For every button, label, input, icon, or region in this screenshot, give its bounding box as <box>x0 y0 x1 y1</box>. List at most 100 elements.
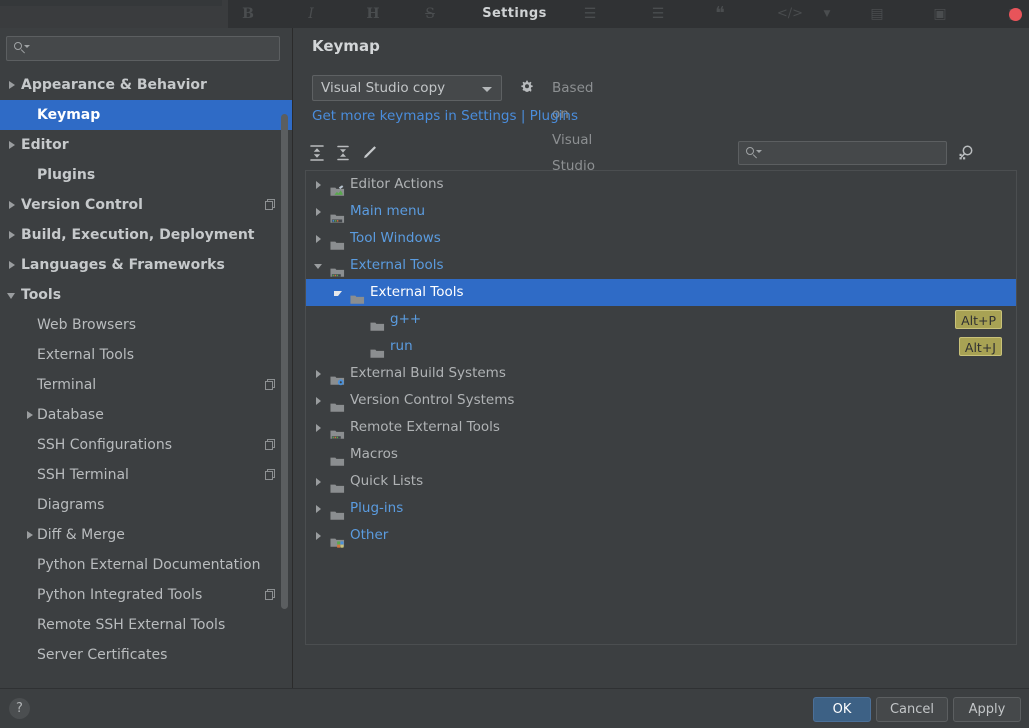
sidebar-item-terminal[interactable]: Terminal <box>0 370 292 400</box>
tree-row[interactable]: Quick Lists <box>306 468 1016 495</box>
chevron-right-icon[interactable] <box>312 387 326 414</box>
keymap-select[interactable]: Visual Studio copy <box>312 75 502 101</box>
sidebar-item-label: Server Certificates <box>37 647 168 663</box>
copy-settings-icon[interactable] <box>265 199 276 211</box>
search-input[interactable] <box>6 36 280 61</box>
sidebar-item-label: Python Integrated Tools <box>37 587 203 603</box>
chevron-right-icon[interactable] <box>6 220 20 250</box>
tree-row[interactable]: Other <box>306 522 1016 549</box>
cancel-button[interactable]: Cancel <box>876 697 948 722</box>
sidebar-item-label: Keymap <box>37 107 101 123</box>
sidebar-item-server-certificates[interactable]: Server Certificates <box>0 640 292 670</box>
chevron-right-icon[interactable] <box>6 250 20 280</box>
apply-button[interactable]: Apply <box>953 697 1021 722</box>
ok-button[interactable]: OK <box>813 697 871 722</box>
folder-icon <box>330 502 345 520</box>
tree-row-label: Editor Actions <box>350 176 444 192</box>
sidebar-item-diagrams[interactable]: Diagrams <box>0 490 292 520</box>
tree-row[interactable]: run Alt+J <box>306 333 1016 360</box>
close-icon[interactable] <box>1009 8 1022 21</box>
find-actions-by-shortcut-icon[interactable] <box>955 142 977 164</box>
sidebar-item-keymap[interactable]: Keymap <box>0 100 292 130</box>
chevron-down-icon[interactable] <box>332 279 346 306</box>
tree-row[interactable]: Editor Actions <box>306 171 1016 198</box>
folder-icon <box>330 475 345 493</box>
sidebar-item-remote-ssh-external-tools[interactable]: Remote SSH External Tools <box>0 610 292 640</box>
sidebar-scrollbar-thumb[interactable] <box>281 114 288 609</box>
chevron-right-icon[interactable] <box>312 171 326 198</box>
sidebar-item-build-execution-deployment[interactable]: Build, Execution, Deployment <box>0 220 292 250</box>
sidebar-item-external-tools[interactable]: External Tools <box>0 340 292 370</box>
tree-row-label: External Tools <box>350 257 444 273</box>
tree-row-label: Plug-ins <box>350 500 404 516</box>
tree-row-label: Tool Windows <box>350 230 441 246</box>
chevron-right-icon[interactable] <box>24 520 38 550</box>
tree-row[interactable]: Remote External Tools <box>306 414 1016 441</box>
sidebar-item-python-external-documentation[interactable]: Python External Documentation <box>0 550 292 580</box>
tree-row[interactable]: External Build Systems <box>306 360 1016 387</box>
tree-row[interactable]: g++ Alt+P <box>306 306 1016 333</box>
sidebar-item-tools[interactable]: Tools <box>0 280 292 310</box>
sidebar-item-label: Diff & Merge <box>37 527 125 543</box>
tree-row-label: Version Control Systems <box>350 392 515 408</box>
sidebar-item-web-browsers[interactable]: Web Browsers <box>0 310 292 340</box>
sidebar-item-database[interactable]: Database <box>0 400 292 430</box>
get-more-keymaps-link[interactable]: Get more keymaps in Settings | Plugins <box>312 108 578 124</box>
sidebar-item-languages-frameworks[interactable]: Languages & Frameworks <box>0 250 292 280</box>
chevron-right-icon[interactable] <box>6 70 20 100</box>
copy-settings-icon[interactable] <box>265 439 276 451</box>
chevron-right-icon[interactable] <box>312 522 326 549</box>
chevron-right-icon[interactable] <box>312 198 326 225</box>
tree-row[interactable]: Macros <box>306 441 1016 468</box>
help-icon[interactable]: ? <box>9 698 30 719</box>
tree-row-label: Remote External Tools <box>350 419 500 435</box>
sidebar-item-python-integrated-tools[interactable]: Python Integrated Tools <box>0 580 292 610</box>
chevron-right-icon[interactable] <box>312 225 326 252</box>
sidebar-item-label: Terminal <box>37 377 97 393</box>
tree-row-label: External Tools <box>370 284 464 300</box>
keymap-search-wrap[interactable] <box>738 141 947 165</box>
sidebar-item-plugins[interactable]: Plugins <box>0 160 292 190</box>
chevron-down-icon[interactable] <box>6 280 20 310</box>
keymap-search-input[interactable] <box>739 142 946 164</box>
tree-row[interactable]: Plug-ins <box>306 495 1016 522</box>
copy-settings-icon[interactable] <box>265 589 276 601</box>
sidebar-scrollbar-track[interactable] <box>281 70 290 688</box>
tree-row[interactable]: Main menu <box>306 198 1016 225</box>
chevron-down-icon[interactable] <box>312 252 326 279</box>
folder-icon <box>370 340 385 358</box>
tree-row[interactable]: Tool Windows <box>306 225 1016 252</box>
sidebar-item-ssh-terminal[interactable]: SSH Terminal <box>0 460 292 490</box>
sidebar-item-appearance-behavior[interactable]: Appearance & Behavior <box>0 70 292 100</box>
pencil-edit-icon[interactable] <box>357 141 381 165</box>
folder-tools-icon <box>330 259 345 277</box>
tree-row-label: Quick Lists <box>350 473 424 489</box>
sidebar-item-ssh-configurations[interactable]: SSH Configurations <box>0 430 292 460</box>
chevron-right-icon[interactable] <box>312 360 326 387</box>
sidebar-item-label: Editor <box>21 137 69 153</box>
expand-all-icon[interactable] <box>305 141 329 165</box>
sidebar-item-diff-merge[interactable]: Diff & Merge <box>0 520 292 550</box>
chevron-right-icon[interactable] <box>312 495 326 522</box>
chevron-right-icon[interactable] <box>24 400 38 430</box>
sidebar-item-editor[interactable]: Editor <box>0 130 292 160</box>
gear-icon[interactable] <box>517 78 537 98</box>
copy-settings-icon[interactable] <box>265 379 276 391</box>
shortcut-badge: Alt+P <box>955 310 1002 329</box>
folder-tools-icon <box>330 421 345 439</box>
tree-row[interactable]: External Tools <box>306 279 1016 306</box>
tree-row[interactable]: Version Control Systems <box>306 387 1016 414</box>
keymap-select-value: Visual Studio copy <box>321 80 446 96</box>
sidebar-search-wrap[interactable] <box>6 36 280 61</box>
chevron-right-icon[interactable] <box>312 468 326 495</box>
collapse-all-icon[interactable] <box>331 141 355 165</box>
sidebar-item-version-control[interactable]: Version Control <box>0 190 292 220</box>
tree-row[interactable]: External Tools <box>306 252 1016 279</box>
chevron-right-icon[interactable] <box>6 190 20 220</box>
sidebar-item-label: SSH Configurations <box>37 437 172 453</box>
chevron-right-icon[interactable] <box>312 414 326 441</box>
page-title: Keymap <box>312 37 380 55</box>
chevron-right-icon[interactable] <box>6 130 20 160</box>
sidebar-item-list: Appearance & Behavior Keymap Editor Plugins… <box>0 70 292 688</box>
copy-settings-icon[interactable] <box>265 469 276 481</box>
